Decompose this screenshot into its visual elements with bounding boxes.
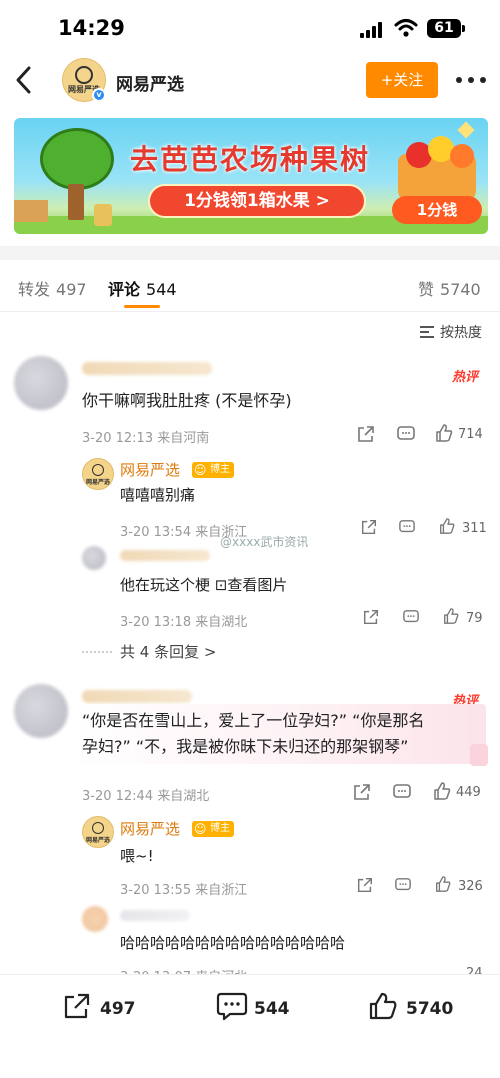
like-count: 326: [458, 879, 483, 894]
like-total[interactable]: 5740: [406, 999, 453, 1019]
reply-icon[interactable]: [396, 425, 416, 443]
like-icon[interactable]: [432, 781, 452, 801]
blogger-badge: 博主: [192, 462, 234, 478]
blogger-badge: 博主: [192, 821, 234, 837]
reply-dots-divider: [82, 651, 112, 653]
like-count: 79: [466, 611, 483, 626]
commenter-avatar[interactable]: [14, 356, 68, 410]
share-icon[interactable]: [356, 876, 374, 894]
comment-meta: 3-20 12:44 来自湖北: [82, 789, 210, 804]
section-divider: [0, 246, 500, 260]
reply-author-redacted[interactable]: [120, 910, 190, 921]
reply-author-name[interactable]: 网易严选: [120, 818, 180, 839]
follow-button[interactable]: +关注: [366, 62, 438, 98]
like-icon[interactable]: [434, 423, 454, 443]
reply-author-redacted[interactable]: [120, 550, 210, 561]
reply-avatar[interactable]: 网易严选: [82, 458, 114, 490]
sticker-icon: [470, 744, 488, 766]
like-count: 311: [462, 521, 487, 536]
back-arrow-icon[interactable]: [12, 62, 34, 98]
like-count: 714: [458, 427, 483, 442]
banner-title: 去芭芭农场种果树: [130, 143, 371, 176]
watermark: @xxxx武市资讯: [220, 535, 309, 549]
commenter-avatar[interactable]: [14, 684, 68, 738]
more-options-icon[interactable]: [456, 77, 486, 83]
reply-text: 他在玩这个梗 ⊡查看图片: [120, 576, 288, 594]
tab-comments[interactable]: 评论 544: [108, 276, 177, 300]
reply-meta: 3-20 13:18 来自湖北: [120, 615, 248, 630]
active-tab-indicator: [124, 305, 160, 308]
orange-icon: [450, 144, 474, 168]
farm-promo-banner[interactable]: 去芭芭农场种果树 1分钱领1箱水果 > 1分钱: [14, 118, 488, 234]
like-icon[interactable]: [442, 607, 460, 625]
like-icon[interactable]: [438, 517, 456, 535]
reply-icon[interactable]: [402, 609, 420, 625]
reply-icon[interactable]: [392, 783, 412, 801]
hot-comment-badge: 热评: [452, 370, 479, 385]
signal-icon: [360, 22, 384, 38]
repost-icon[interactable]: [62, 991, 92, 1021]
fruit-tree-icon: [40, 128, 114, 190]
comment-meta: 3-20 12:13 来自河南: [82, 431, 210, 446]
commenter-name-redacted[interactable]: [82, 362, 212, 375]
sparkle-icon: [457, 121, 475, 139]
verified-badge-icon: v: [92, 88, 106, 102]
commenter-name-redacted[interactable]: [82, 690, 192, 703]
reply-meta: 3-20 13:55 来自浙江: [120, 883, 248, 898]
like-count: 449: [456, 785, 481, 800]
fertilizer-bag-icon: [94, 204, 112, 226]
reply-avatar-redacted[interactable]: [82, 906, 108, 932]
tree-trunk: [68, 184, 84, 220]
status-bar: 14:29 61: [0, 0, 500, 56]
wifi-icon: [394, 19, 418, 37]
reply-avatar-redacted[interactable]: [82, 546, 106, 570]
sort-icon: [420, 326, 434, 338]
banner-fence: [14, 200, 48, 222]
like-icon[interactable]: [434, 875, 452, 893]
comment-icon[interactable]: [216, 991, 248, 1021]
reply-icon[interactable]: [394, 877, 412, 893]
clock: 14:29: [58, 16, 125, 40]
top-nav: 网易严选 v 网易严选 +关注: [0, 56, 500, 108]
like-icon[interactable]: [368, 991, 398, 1021]
tab-reposts[interactable]: 转发 497: [18, 276, 87, 300]
reply-author-name[interactable]: 网易严选: [120, 459, 180, 480]
tab-likes[interactable]: 赞 5740: [418, 276, 481, 300]
account-name[interactable]: 网易严选: [116, 70, 184, 95]
share-icon[interactable]: [360, 518, 378, 536]
share-icon[interactable]: [352, 782, 372, 802]
one-cent-badge: 1分钱: [392, 196, 482, 224]
comment-text-line2: 孕妇?” “不，我是被你昧下未归还的那架钢琴”: [82, 737, 409, 756]
battery-icon: 61: [427, 19, 465, 38]
comment-count[interactable]: 544: [254, 999, 290, 1019]
weibo-comments-page: 14:29 61 网易严选 v 网易严选 +关注 去芭芭农场种果树 1分钱领1箱…: [0, 0, 500, 1078]
comment-text-line1: “你是否在雪山上，爱上了一位孕妇?” “你是那名: [82, 711, 425, 730]
comment-text: 你干嘛啊我肚肚疼 (不是怀孕): [82, 391, 292, 410]
reply-text: 嘻嘻嘻别痛: [120, 486, 196, 504]
share-icon[interactable]: [356, 424, 376, 444]
repost-count[interactable]: 497: [100, 999, 136, 1019]
sort-by-hot-button[interactable]: 按热度: [420, 322, 482, 342]
reply-avatar[interactable]: 网易严选: [82, 816, 114, 848]
reply-text: 喂~!: [120, 847, 154, 865]
reply-icon[interactable]: [398, 519, 416, 535]
view-more-replies-link[interactable]: 共 4 条回复 >: [120, 641, 216, 662]
share-icon[interactable]: [362, 608, 380, 626]
banner-offer-button[interactable]: 1分钱领1箱水果 >: [148, 184, 366, 218]
tab-bar: 转发 497 评论 544 赞 5740: [0, 260, 500, 312]
bottom-action-bar: 497 544 5740: [0, 974, 500, 1078]
reply-text: 哈哈哈哈哈哈哈哈哈哈哈哈哈哈哈: [120, 934, 346, 952]
